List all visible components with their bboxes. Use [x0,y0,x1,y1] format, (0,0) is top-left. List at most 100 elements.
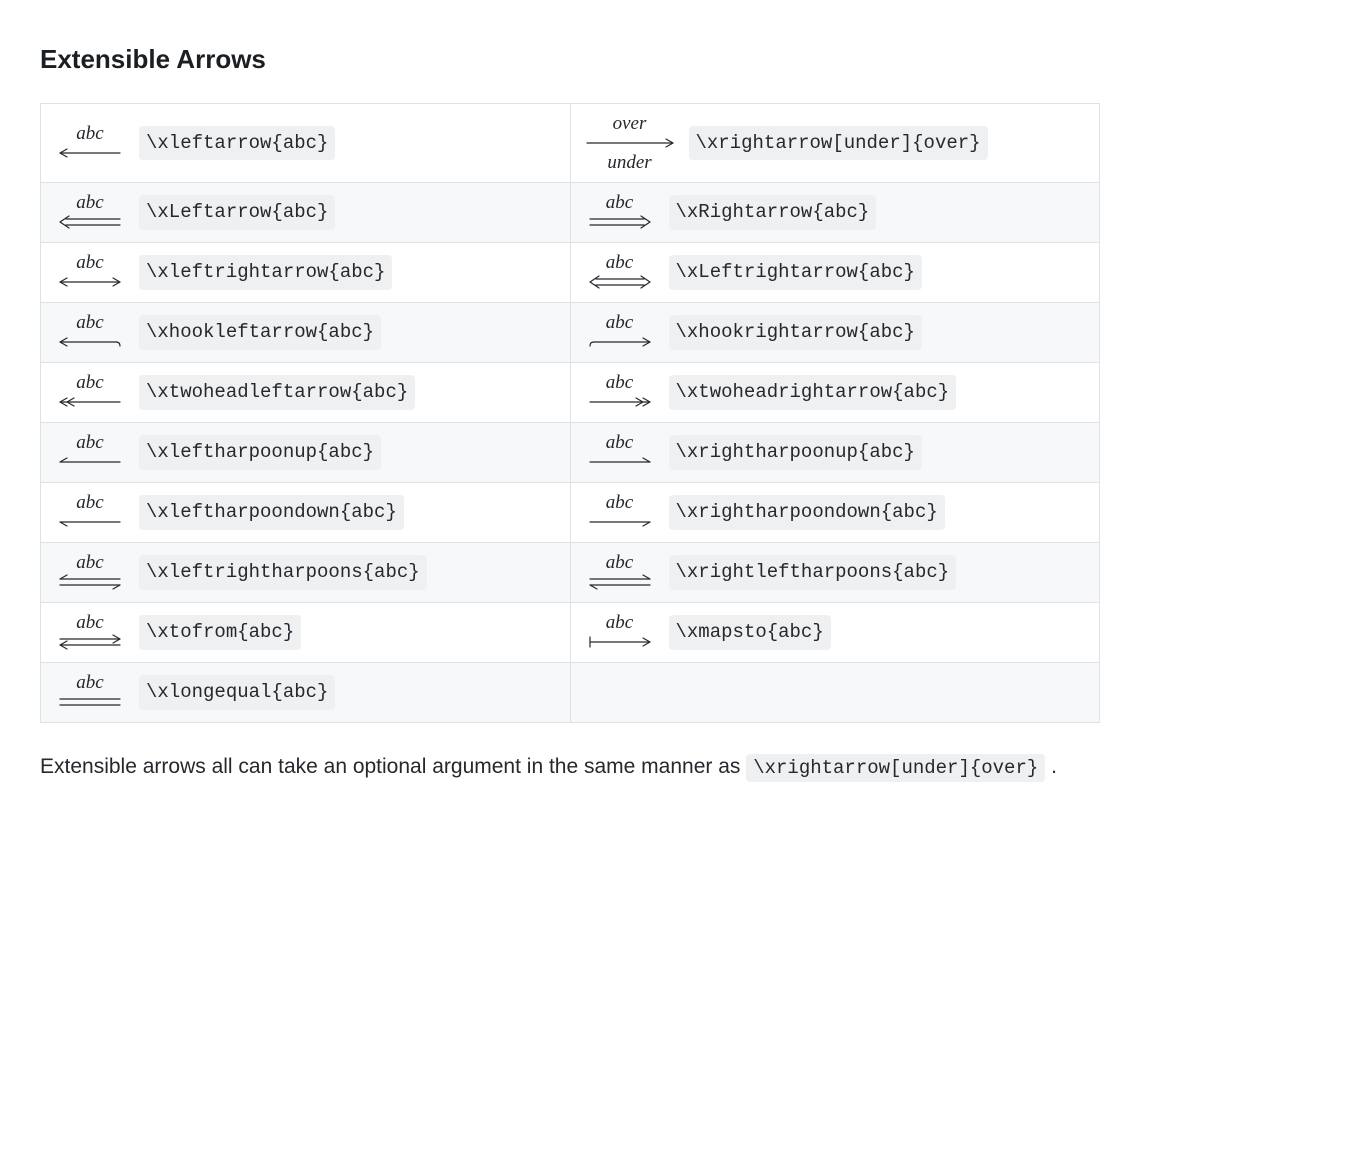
note-text-suffix: . [1051,755,1057,778]
table-cell: abc \xtwoheadleftarrow{abc} [41,363,571,423]
over-label: abc [76,613,103,632]
rendered-math: abc [55,373,125,412]
Leftrightarrow-icon [588,272,652,292]
rendered-math: abc [55,313,125,352]
table-cell: abc \xrightharpoonup{abc} [570,423,1100,483]
tex-code: \xleftrightarrow{abc} [139,255,392,290]
rendered-math: abc [55,613,125,652]
twoheadleftarrow-icon [58,392,122,412]
table-row: abc \xleftrightarrow{abc} abc \xLeftrigh… [41,243,1100,303]
tex-code: \xlongequal{abc} [139,675,335,710]
twoheadrightarrow-icon [588,392,652,412]
over-label: abc [76,493,103,512]
table-cell: abc \xleftarrow{abc} [41,104,571,183]
note-code: \xrightarrow[under]{over} [746,754,1045,782]
rendered-math: abc [55,553,125,592]
table-cell: abc \xleftrightharpoons{abc} [41,543,571,603]
over-label: abc [606,433,633,452]
rendered-math: abc [585,613,655,652]
rendered-math: abc [55,253,125,292]
table-row: abc \xLeftarrow{abc} abc \xRightarrow{ab… [41,183,1100,243]
rendered-math: abc [585,493,655,532]
table-cell: abc \xtofrom{abc} [41,603,571,663]
rendered-math: over under [585,114,675,172]
tex-code: \xhookrightarrow{abc} [669,315,922,350]
tex-code: \xrightharpoonup{abc} [669,435,922,470]
table-cell: abc \xtwoheadrightarrow{abc} [570,363,1100,423]
table-cell: abc \xleftharpoonup{abc} [41,423,571,483]
rightharpoonup-icon [588,452,652,472]
table-cell [570,663,1100,723]
rendered-math: abc [585,193,655,232]
over-label: abc [606,193,633,212]
table-row: abc \xleftharpoonup{abc} abc \xrightharp… [41,423,1100,483]
rendered-math: abc [585,433,655,472]
table-row: abc \xleftharpoondown{abc} abc \xrightha… [41,483,1100,543]
note-text-prefix: Extensible arrows all can take an option… [40,755,746,778]
leftarrow-icon [58,143,122,163]
table-cell: over under \xrightarrow[under]{over} [570,104,1100,183]
table-cell: abc \xRightarrow{abc} [570,183,1100,243]
rendered-math: abc [55,124,125,163]
tex-code: \xLeftrightarrow{abc} [669,255,922,290]
table-row: abc \xtofrom{abc} abc \xmapsto{abc} [41,603,1100,663]
over-label: abc [606,253,633,272]
Rightarrow-icon [588,212,652,232]
table-row: abc \xleftrightharpoons{abc} abc \xright… [41,543,1100,603]
rendered-math: abc [55,673,125,712]
over-label: abc [606,373,633,392]
table-row: abc \xlongequal{abc} [41,663,1100,723]
table-cell: abc \xrightharpoondown{abc} [570,483,1100,543]
tofrom-icon [58,632,122,652]
hookrightarrow-icon [588,332,652,352]
table-cell: abc \xLeftarrow{abc} [41,183,571,243]
tex-code: \xLeftarrow{abc} [139,195,335,230]
leftharpoondown-icon [58,512,122,532]
rendered-math: abc [585,313,655,352]
tex-code: \xrightharpoondown{abc} [669,495,945,530]
table-cell: abc \xmapsto{abc} [570,603,1100,663]
section-title: Extensible Arrows [40,40,1312,79]
Leftarrow-icon [58,212,122,232]
table-cell: abc \xlongequal{abc} [41,663,571,723]
rendered-math: abc [55,193,125,232]
table-cell: abc \xhookrightarrow{abc} [570,303,1100,363]
tex-code: \xtofrom{abc} [139,615,301,650]
rightarrow-icon [585,133,675,153]
tex-code: \xtwoheadleftarrow{abc} [139,375,415,410]
rendered-math: abc [585,553,655,592]
tex-code: \xleftarrow{abc} [139,126,335,161]
over-label: abc [76,433,103,452]
tex-code: \xleftrightharpoons{abc} [139,555,427,590]
under-label: under [607,153,651,172]
over-label: over [613,114,647,133]
over-label: abc [606,493,633,512]
hookleftarrow-icon [58,332,122,352]
rendered-math: abc [55,493,125,532]
table-cell: abc \xrightleftharpoons{abc} [570,543,1100,603]
rightharpoondown-icon [588,512,652,532]
over-label: abc [76,253,103,272]
table-row: abc \xhookleftarrow{abc} abc \xhookright… [41,303,1100,363]
over-label: abc [606,613,633,632]
leftharpoonup-icon [58,452,122,472]
tex-code: \xleftharpoonup{abc} [139,435,381,470]
longequal-icon [58,692,122,712]
rendered-math: abc [55,433,125,472]
table-row: abc \xleftarrow{abc} over under \xrighta… [41,104,1100,183]
tex-code: \xleftharpoondown{abc} [139,495,404,530]
rendered-math: abc [585,373,655,412]
rightleftharpoons-icon [588,572,652,592]
table-cell: abc \xleftrightarrow{abc} [41,243,571,303]
arrow-table: abc \xleftarrow{abc} over under \xrighta… [40,103,1100,723]
table-cell: abc \xhookleftarrow{abc} [41,303,571,363]
leftrightarrow-icon [58,272,122,292]
rendered-math: abc [585,253,655,292]
tex-code: \xtwoheadrightarrow{abc} [669,375,957,410]
note-paragraph: Extensible arrows all can take an option… [40,751,1100,783]
tex-code: \xmapsto{abc} [669,615,831,650]
over-label: abc [606,553,633,572]
over-label: abc [76,673,103,692]
tex-code: \xrightarrow[under]{over} [689,126,988,161]
table-cell: abc \xleftharpoondown{abc} [41,483,571,543]
